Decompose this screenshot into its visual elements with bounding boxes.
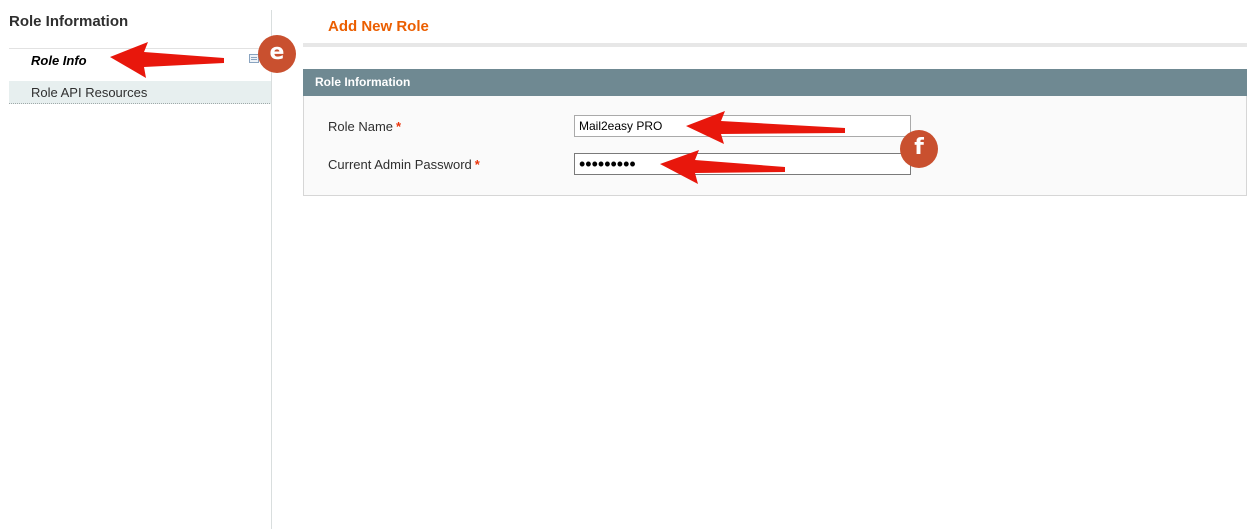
annotation-arrows: [110, 42, 845, 184]
arrow-to-role-info-tab: [110, 42, 224, 78]
annotation-badge-e: e: [258, 35, 296, 73]
arrow-to-role-name: [686, 111, 845, 144]
annotation-badge-f: f: [900, 130, 938, 168]
arrow-to-password: [660, 150, 785, 184]
